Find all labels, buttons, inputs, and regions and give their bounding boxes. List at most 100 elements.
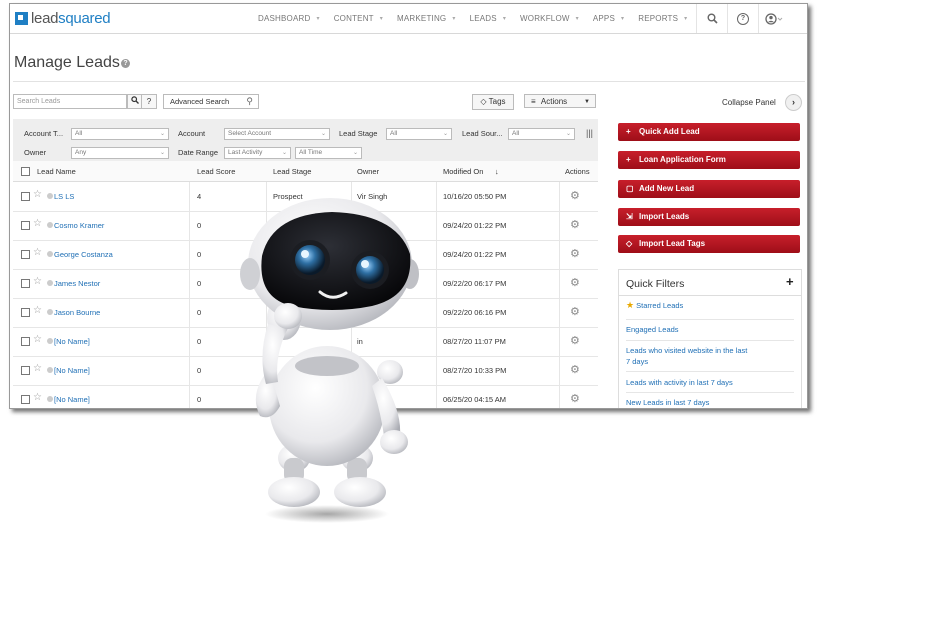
logo-text: leadsquared xyxy=(31,9,111,27)
status-dot-icon xyxy=(47,251,53,257)
user-avatar-icon[interactable] xyxy=(758,4,789,33)
chevron-down-icon: ⌄ xyxy=(565,131,571,137)
quick-filter-visited-website[interactable]: Leads who visited website in the last 7 … xyxy=(626,345,751,367)
nav-dashboard[interactable]: DASHBOARD ▾ xyxy=(258,14,320,23)
gear-icon[interactable]: ⚙ xyxy=(570,189,580,202)
search-icon[interactable] xyxy=(696,4,727,33)
modified-on: 09/22/20 06:17 PM xyxy=(443,279,507,288)
lead-name-link[interactable]: Cosmo Kramer xyxy=(54,221,104,230)
nav-apps[interactable]: APPS ▾ xyxy=(593,14,624,23)
owner-label: Owner xyxy=(24,148,47,157)
star-icon: ★ xyxy=(626,300,635,310)
nav-workflow[interactable]: WORKFLOW ▾ xyxy=(520,14,579,23)
modified-on: 09/24/20 01:22 PM xyxy=(443,250,507,259)
account-type-select[interactable]: All ⌄ xyxy=(71,128,169,140)
select-all-checkbox[interactable] xyxy=(21,167,30,176)
nav-content[interactable]: CONTENT ▾ xyxy=(334,14,383,23)
lead-source-select[interactable]: All ⌄ xyxy=(508,128,575,140)
star-icon[interactable]: ☆ xyxy=(33,392,42,403)
gear-icon[interactable]: ⚙ xyxy=(570,392,580,405)
advanced-search-button[interactable]: Advanced Search ⚲ xyxy=(163,94,259,109)
star-icon[interactable]: ☆ xyxy=(33,247,42,258)
gear-icon[interactable]: ⚙ xyxy=(570,363,580,376)
lead-stage-select[interactable]: All ⌄ xyxy=(386,128,452,140)
gear-icon[interactable]: ⚙ xyxy=(570,305,580,318)
row-checkbox[interactable] xyxy=(21,279,30,288)
import-leads-button[interactable]: ⇲ Import Leads xyxy=(618,208,800,226)
lead-name-link[interactable]: Jason Bourne xyxy=(54,308,100,317)
import-lead-tags-button[interactable]: ◇ Import Lead Tags xyxy=(618,235,800,253)
chevron-down-icon: ⌄ xyxy=(281,150,287,156)
row-checkbox[interactable] xyxy=(21,221,30,230)
quick-add-lead-button[interactable]: + Quick Add Lead xyxy=(618,123,800,141)
row-checkbox[interactable] xyxy=(21,250,30,259)
quick-filter-starred[interactable]: ★ Starred Leads xyxy=(626,300,791,311)
nav-leads[interactable]: LEADS ▾ xyxy=(470,14,506,23)
actions-dropdown[interactable]: ≡ Actions ▼ xyxy=(524,94,596,108)
gear-icon[interactable]: ⚙ xyxy=(570,276,580,289)
help-icon-glyph: ? xyxy=(737,12,749,25)
gear-icon[interactable]: ⚙ xyxy=(570,247,580,260)
lead-score: 4 xyxy=(197,192,202,201)
search-help-button[interactable]: ? xyxy=(141,94,157,109)
quick-filter-engaged[interactable]: Engaged Leads xyxy=(626,324,791,335)
status-dot-icon xyxy=(47,222,53,228)
account-select[interactable]: Select Account ⌄ xyxy=(224,128,330,140)
star-icon[interactable]: ☆ xyxy=(33,276,42,287)
chevron-down-icon: ⌄ xyxy=(159,131,165,137)
table-header: Lead Name Lead Score Lead Stage Owner Mo… xyxy=(13,161,598,182)
star-icon[interactable]: ☆ xyxy=(33,189,42,200)
menu-icon: ≡ xyxy=(531,97,536,106)
main-nav: DASHBOARD ▾ CONTENT ▾ MARKETING ▾ LEADS ▾ WO… xyxy=(258,4,701,33)
lead-name-link[interactable]: James Nestor xyxy=(54,279,100,288)
modified-on: 06/25/20 04:15 AM xyxy=(443,395,506,404)
star-icon[interactable]: ☆ xyxy=(33,363,42,374)
star-icon[interactable]: ☆ xyxy=(33,218,42,229)
lead-name-link[interactable]: [No Name] xyxy=(54,395,90,404)
header-owner[interactable]: Owner xyxy=(357,167,379,176)
chevron-down-icon: ▾ xyxy=(575,16,579,22)
owner-select[interactable]: Any ⌄ xyxy=(71,147,169,159)
add-filter-button[interactable]: + xyxy=(786,274,794,289)
columns-icon[interactable]: ||| xyxy=(586,128,593,138)
button-label: Import Leads xyxy=(639,212,690,221)
row-checkbox[interactable] xyxy=(21,366,30,375)
add-new-lead-button[interactable]: ▢ Add New Lead xyxy=(618,180,800,198)
chevron-right-icon[interactable]: › xyxy=(785,94,802,111)
nav-marketing[interactable]: MARKETING ▾ xyxy=(397,14,456,23)
sort-arrow-icon[interactable]: ↓ xyxy=(495,167,499,176)
row-checkbox[interactable] xyxy=(21,192,30,201)
header-lead-score[interactable]: Lead Score xyxy=(197,167,235,176)
button-icon: + xyxy=(626,155,631,164)
date-period-select[interactable]: All Time ⌄ xyxy=(295,147,362,159)
row-checkbox[interactable] xyxy=(21,308,30,317)
search-input[interactable]: Search Leads xyxy=(13,94,127,109)
actions-label: Actions xyxy=(540,97,568,106)
help-icon[interactable]: ? xyxy=(727,4,758,33)
star-icon[interactable]: ☆ xyxy=(33,334,42,345)
lead-source-label: Lead Sour... xyxy=(462,129,503,138)
row-checkbox[interactable] xyxy=(21,395,30,404)
gear-icon[interactable]: ⚙ xyxy=(570,334,580,347)
logo[interactable]: leadsquared xyxy=(15,9,111,27)
star-icon[interactable]: ☆ xyxy=(33,305,42,316)
collapse-panel-label[interactable]: Collapse Panel xyxy=(722,98,776,107)
tags-button[interactable]: ◇ Tags xyxy=(472,94,514,110)
header-modified-on[interactable]: Modified On xyxy=(443,167,483,176)
lead-name-link[interactable]: [No Name] xyxy=(54,366,90,375)
header-lead-stage[interactable]: Lead Stage xyxy=(273,167,311,176)
lead-score: 0 xyxy=(197,366,202,375)
gear-icon[interactable]: ⚙ xyxy=(570,218,580,231)
help-circle-icon[interactable]: ? xyxy=(121,59,130,68)
quick-filter-label: Starred Leads xyxy=(636,301,684,310)
loan-application-form-button[interactable]: + Loan Application Form xyxy=(618,151,800,169)
date-range-select[interactable]: Last Activity ⌄ xyxy=(224,147,291,159)
lead-name-link[interactable]: LS LS xyxy=(54,192,74,201)
nav-reports[interactable]: REPORTS ▾ xyxy=(638,14,687,23)
header-lead-name[interactable]: Lead Name xyxy=(37,167,76,176)
lead-name-link[interactable]: George Costanza xyxy=(54,250,113,259)
quick-filter-activity[interactable]: Leads with activity in last 7 days xyxy=(626,377,791,388)
quick-filter-new-leads[interactable]: New Leads in last 7 days xyxy=(626,397,791,408)
lead-name-link[interactable]: [No Name] xyxy=(54,337,90,346)
row-checkbox[interactable] xyxy=(21,337,30,346)
